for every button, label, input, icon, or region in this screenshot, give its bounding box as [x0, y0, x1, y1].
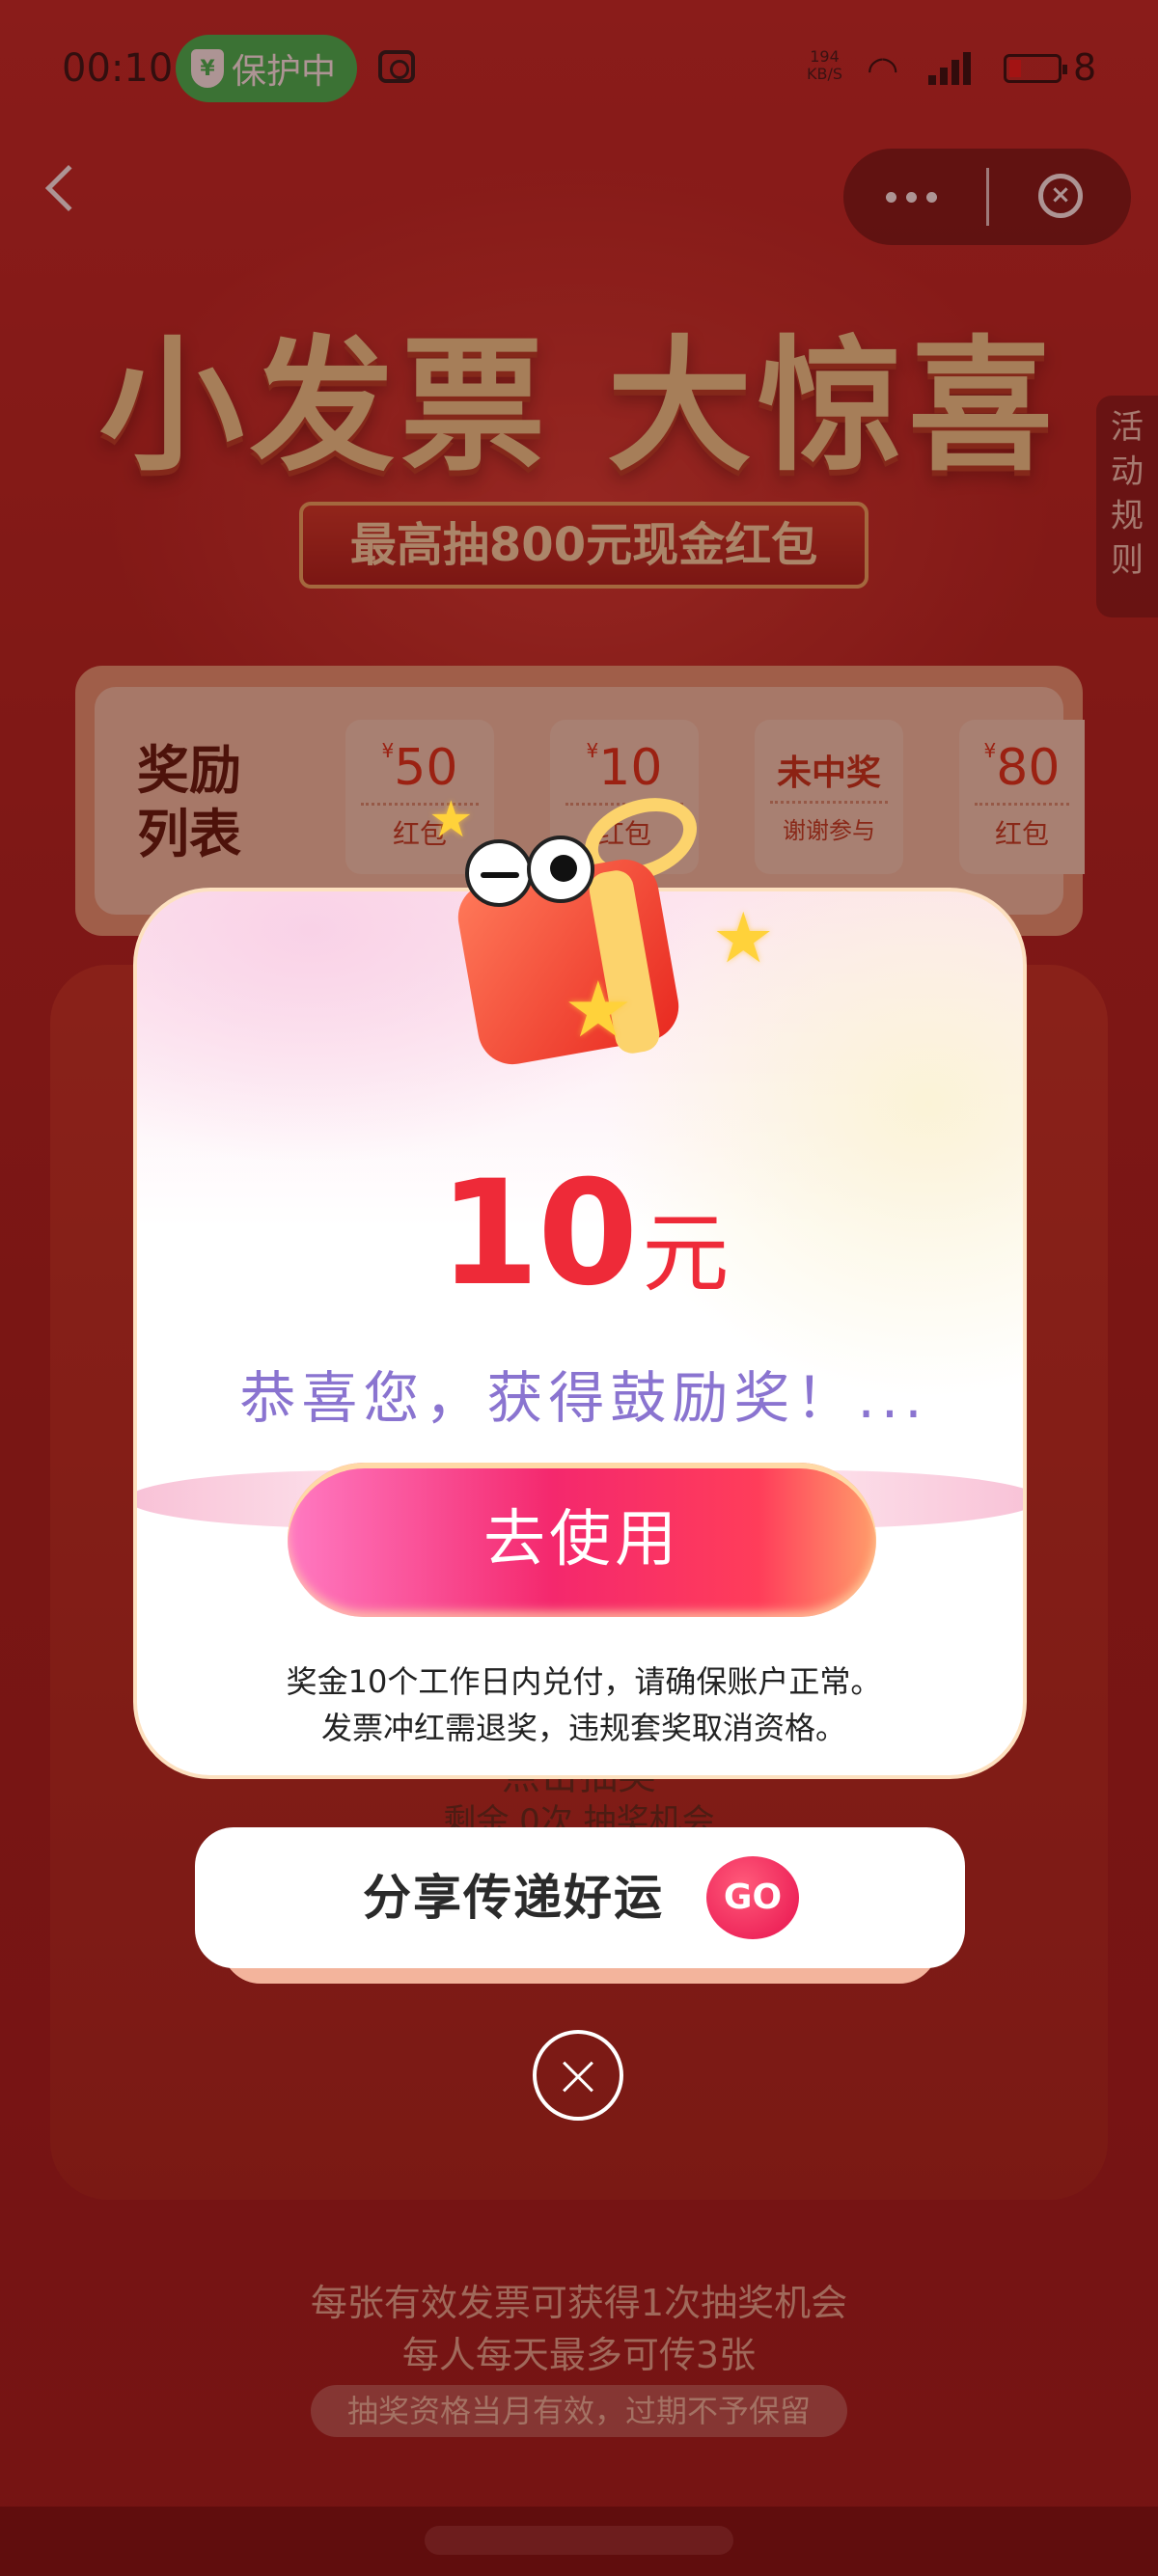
go-button[interactable]: GO [706, 1856, 799, 1939]
share-label: 分享传递好运 [363, 1870, 664, 1926]
use-button[interactable]: 去使用 [288, 1463, 876, 1617]
prize-message: 恭喜您，获得鼓励奖！... [239, 1365, 928, 1431]
prize-amount: 10元 [137, 1150, 1023, 1318]
mascot-eye-right [527, 836, 594, 903]
close-circle-icon[interactable] [533, 2030, 623, 2121]
prize-note-line-1: 奖金10个工作日内兑付，请确保账户正常。 [286, 1663, 882, 1700]
share-card[interactable]: 分享传递好运 GO [195, 1827, 965, 1968]
mascot-eye-left [465, 839, 533, 907]
sparkle-star-icon: ★ [564, 965, 633, 1055]
sparkle-star-icon: ★ [712, 897, 775, 978]
prize-amount-value: 10 [438, 1150, 639, 1318]
prize-note-line-2: 发票冲红需退奖，违规套奖取消资格。 [320, 1710, 846, 1746]
prize-amount-unit: 元 [642, 1203, 730, 1304]
sparkle-star-icon: ★ [428, 791, 474, 849]
